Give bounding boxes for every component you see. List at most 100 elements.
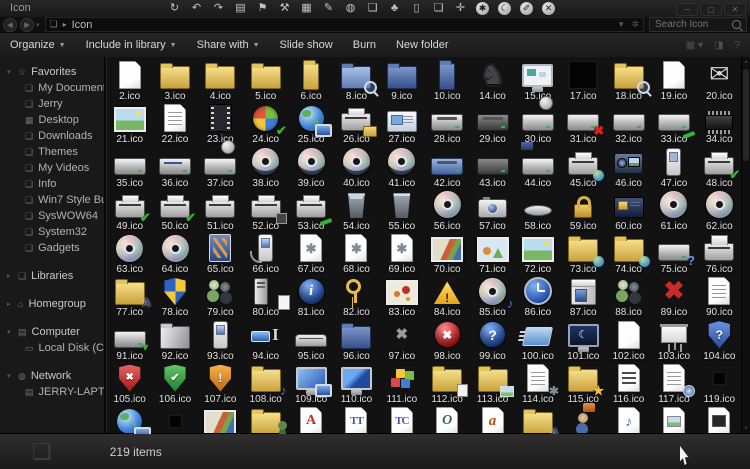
tools-icon[interactable]: ⚒ bbox=[278, 2, 291, 15]
file-item[interactable]: 56.ico bbox=[425, 190, 470, 233]
file-item[interactable]: 23.ico bbox=[198, 103, 243, 146]
file-item[interactable]: 102.ico bbox=[606, 320, 651, 363]
file-item[interactable]: 28.ico bbox=[425, 103, 470, 146]
file-item[interactable]: 66.ico bbox=[243, 233, 288, 276]
file-item[interactable]: 63.ico bbox=[107, 233, 152, 276]
file-item[interactable]: A bbox=[288, 406, 333, 434]
file-item[interactable]: 54.ico bbox=[334, 190, 379, 233]
bookmark-icon[interactable]: ⚑ bbox=[256, 2, 269, 15]
file-item[interactable]: 96.ico bbox=[334, 320, 379, 363]
file-item[interactable]: 78.ico bbox=[152, 276, 197, 319]
file-item[interactable]: 25.ico bbox=[288, 103, 333, 146]
sidebar-item-network[interactable]: ▾◍Network bbox=[0, 368, 104, 384]
file-item[interactable]: 15.ico bbox=[515, 60, 560, 103]
file-item[interactable]: 80.ico bbox=[243, 276, 288, 319]
pen-icon[interactable]: ✎ bbox=[322, 2, 335, 15]
toolbar-slide-show[interactable]: Slide show bbox=[270, 33, 343, 57]
file-item[interactable]: 82.ico bbox=[334, 276, 379, 319]
file-item[interactable] bbox=[697, 406, 742, 434]
file-item[interactable]: 33.ico bbox=[651, 103, 696, 146]
file-item[interactable] bbox=[243, 406, 288, 434]
file-item[interactable]: 35.ico bbox=[107, 147, 152, 190]
file-item[interactable]: ✖89.ico bbox=[651, 276, 696, 319]
search-box[interactable] bbox=[649, 17, 747, 32]
file-item[interactable]: 94.ico bbox=[243, 320, 288, 363]
sidebar-item-local-disk-c-[interactable]: ▭Local Disk (C:) bbox=[0, 340, 104, 356]
back-icon[interactable]: ◀ bbox=[3, 18, 17, 32]
file-item[interactable]: 76.ico bbox=[697, 233, 742, 276]
scrollbar-thumb[interactable] bbox=[743, 69, 749, 161]
file-item[interactable]: 10.ico bbox=[425, 60, 470, 103]
moon-icon[interactable]: ☾ bbox=[498, 2, 511, 15]
file-item[interactable]: 21.ico bbox=[107, 103, 152, 146]
file-item[interactable]: 111.ico bbox=[379, 363, 424, 406]
refresh-icon[interactable]: ✲ bbox=[631, 19, 639, 30]
file-item[interactable]: TC bbox=[379, 406, 424, 434]
file-item[interactable]: 62.ico bbox=[697, 190, 742, 233]
file-item[interactable]: 39.ico bbox=[288, 147, 333, 190]
file-item[interactable]: 87.ico bbox=[561, 276, 606, 319]
file-item[interactable]: 109.ico bbox=[288, 363, 333, 406]
file-item[interactable]: 116.ico bbox=[606, 363, 651, 406]
file-item[interactable]: 95.ico bbox=[288, 320, 333, 363]
file-item[interactable]: 60.ico bbox=[606, 190, 651, 233]
file-item[interactable]: 71.ico bbox=[470, 233, 515, 276]
tree-icon[interactable]: ♣ bbox=[388, 2, 401, 15]
file-item[interactable]: ♪ bbox=[606, 406, 651, 434]
file-item[interactable]: ✖97.ico bbox=[379, 320, 424, 363]
file-item[interactable]: a bbox=[470, 406, 515, 434]
file-item[interactable]: 61.ico bbox=[651, 190, 696, 233]
file-item[interactable]: ✱68.ico bbox=[334, 233, 379, 276]
file-item[interactable]: TT bbox=[334, 406, 379, 434]
sidebar-item-my-videos[interactable]: ❏My Videos bbox=[0, 160, 104, 176]
file-item[interactable]: 26.ico bbox=[334, 103, 379, 146]
file-item[interactable]: ▼91.ico bbox=[107, 320, 152, 363]
expander-icon[interactable]: ▸ bbox=[7, 300, 13, 308]
file-item[interactable]: ✱114.ico bbox=[515, 363, 560, 406]
file-item[interactable]: ♞14.ico bbox=[470, 60, 515, 103]
file-item[interactable]: 72.ico bbox=[515, 233, 560, 276]
file-item[interactable]: 51.ico bbox=[198, 190, 243, 233]
vertical-scrollbar[interactable]: ▲ ▼ bbox=[741, 57, 750, 434]
file-item[interactable]: 70.ico bbox=[425, 233, 470, 276]
file-item[interactable]: 52.ico bbox=[243, 190, 288, 233]
file-item[interactable]: !107.ico bbox=[198, 363, 243, 406]
file-item[interactable]: 3.ico bbox=[152, 60, 197, 103]
file-item[interactable]: 112.ico bbox=[425, 363, 470, 406]
file-item[interactable]: 53.ico bbox=[288, 190, 333, 233]
file-item[interactable]: 34.ico bbox=[697, 103, 742, 146]
file-item[interactable]: 37.ico bbox=[198, 147, 243, 190]
trash-icon[interactable]: ▯ bbox=[410, 2, 423, 15]
file-item[interactable]: 79.ico bbox=[198, 276, 243, 319]
file-item[interactable]: 18.ico bbox=[606, 60, 651, 103]
file-item[interactable] bbox=[152, 406, 197, 434]
breadcrumb[interactable]: ❏ ▸ Icon ▾ ✲ bbox=[45, 17, 644, 32]
sidebar-item-syswow64[interactable]: ❏SysWOW64 bbox=[0, 208, 104, 224]
wrench-icon[interactable]: ✐ bbox=[520, 2, 533, 15]
file-item[interactable]: 9.ico bbox=[379, 60, 424, 103]
refresh-icon[interactable]: ↻ bbox=[168, 2, 181, 15]
sidebar-item-info[interactable]: ❏Info bbox=[0, 176, 104, 192]
file-item[interactable]: 45.ico bbox=[561, 147, 606, 190]
file-item[interactable]: 38.ico bbox=[243, 147, 288, 190]
sidebar-item-desktop[interactable]: ▦Desktop bbox=[0, 112, 104, 128]
sidebar-item-jerry[interactable]: ❏Jerry bbox=[0, 96, 104, 112]
file-item[interactable]: 8.ico bbox=[334, 60, 379, 103]
file-item[interactable]: 113.ico bbox=[470, 363, 515, 406]
file-item[interactable]: 110.ico bbox=[334, 363, 379, 406]
file-item[interactable]: ★115.ico bbox=[561, 363, 606, 406]
file-item[interactable]: ✉20.ico bbox=[697, 60, 742, 103]
file-item[interactable]: ✔48.ico bbox=[697, 147, 742, 190]
search-icon[interactable] bbox=[732, 20, 741, 29]
file-item[interactable]: ?104.ico bbox=[697, 320, 742, 363]
help-icon[interactable]: ? bbox=[734, 40, 740, 51]
file-item[interactable]: 90.ico bbox=[697, 276, 742, 319]
file-item[interactable]: 83.ico bbox=[379, 276, 424, 319]
file-item[interactable]: 36.ico bbox=[152, 147, 197, 190]
sidebar-item-themes[interactable]: ❏Themes bbox=[0, 144, 104, 160]
expander-icon[interactable]: ▾ bbox=[7, 68, 13, 76]
sidebar-item-libraries[interactable]: ▸❏Libraries bbox=[0, 268, 104, 284]
file-item[interactable]: ✱69.ico bbox=[379, 233, 424, 276]
file-item[interactable]: 86.ico bbox=[515, 276, 560, 319]
preview-pane-icon[interactable]: ◨ bbox=[714, 40, 723, 51]
